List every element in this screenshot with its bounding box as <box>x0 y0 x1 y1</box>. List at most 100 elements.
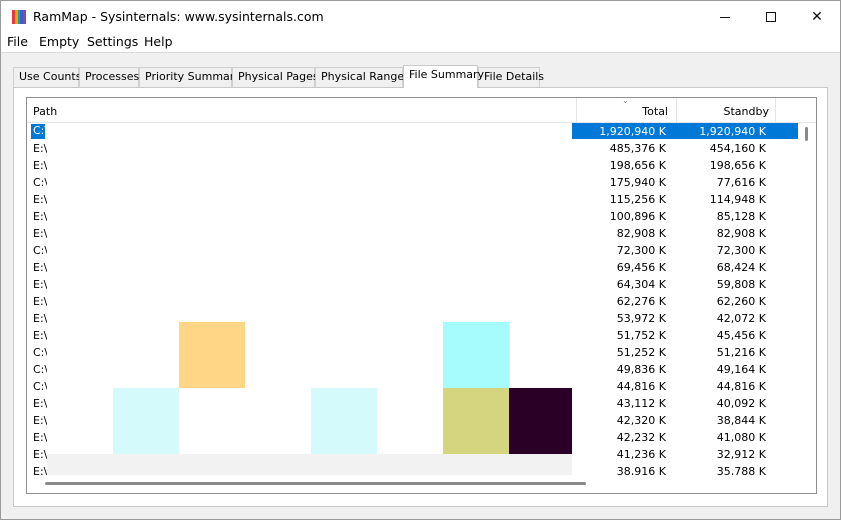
vertical-scrollbar[interactable] <box>800 123 816 493</box>
close-icon: ✕ <box>811 9 823 25</box>
redaction-block <box>179 322 245 388</box>
app-icon-stripe <box>23 10 26 24</box>
cell-standby: 44,816 K <box>716 380 766 393</box>
cell-path: E:\ <box>33 295 47 308</box>
menu-settings[interactable]: Settings <box>87 34 138 49</box>
maximize-button[interactable] <box>748 1 794 33</box>
cell-path: E:\ <box>33 210 47 223</box>
cell-total: 64,304 K <box>616 278 666 291</box>
cell-standby: 82,908 K <box>716 227 766 240</box>
menu-file[interactable]: File <box>7 34 28 49</box>
sort-descending-icon: ⌄ <box>622 97 629 105</box>
cell-path: C:\ <box>33 380 47 393</box>
cell-path: E:\ <box>33 431 47 444</box>
menu-empty[interactable]: Empty <box>39 34 79 49</box>
title-bar[interactable]: RamMap - Sysinternals: www.sysinternals.… <box>1 1 840 33</box>
redaction-block <box>509 388 572 454</box>
cell-path: E:\ <box>33 193 47 206</box>
tab-use-counts[interactable]: Use Counts <box>13 67 81 87</box>
cell-total: 1,920,940 K <box>599 125 666 138</box>
cell-total: 62,276 K <box>616 295 666 308</box>
cell-standby: 32,912 K <box>716 448 766 461</box>
rammap-window: RamMap - Sysinternals: www.sysinternals.… <box>0 0 841 520</box>
cell-path: E:\ <box>33 159 47 172</box>
tab-file-summary[interactable]: File Summary <box>403 65 484 88</box>
cell-standby: 198,656 K <box>709 159 766 172</box>
cell-path: E:\ <box>33 227 47 240</box>
horizontal-scroll-thumb[interactable] <box>45 482 586 485</box>
close-button[interactable]: ✕ <box>794 1 840 33</box>
cell-total: 72,300 K <box>616 244 666 257</box>
tab-priority-summary[interactable]: Priority Summary <box>139 67 241 87</box>
cell-path: C:\ <box>33 244 47 257</box>
redaction-block <box>113 388 179 454</box>
tab-physical-pages[interactable]: Physical Pages <box>232 67 319 87</box>
redacted-path-area-gray <box>47 454 572 476</box>
menu-bar: File Empty Settings Help <box>1 33 840 53</box>
cell-path: C:\ <box>31 124 45 139</box>
cell-total: 51,252 K <box>616 346 666 359</box>
cell-standby: 40,092 K <box>716 397 766 410</box>
cell-standby: 41,080 K <box>716 431 766 444</box>
horizontal-scrollbar[interactable] <box>27 475 800 493</box>
cell-total: 69,456 K <box>616 261 666 274</box>
cell-total: 43,112 K <box>616 397 666 410</box>
cell-total: 100,896 K <box>609 210 666 223</box>
cell-path: E:\ <box>33 329 47 342</box>
cell-total: 41,236 K <box>616 448 666 461</box>
cell-path: E:\ <box>33 142 47 155</box>
cell-total: 485,376 K <box>609 142 666 155</box>
list-header: Path Total ⌄ Standby <box>27 98 816 123</box>
file-summary-panel: Path Total ⌄ Standby C:\ 1,920,940 K 1,920… <box>13 87 828 507</box>
cell-path: C:\ <box>33 363 47 376</box>
cell-standby: 42,072 K <box>716 312 766 325</box>
tab-file-details[interactable]: File Details <box>478 67 544 87</box>
redaction-block <box>443 322 509 388</box>
column-header-standby[interactable]: Standby <box>676 98 776 123</box>
tab-physical-ranges[interactable]: Physical Ranges <box>315 67 410 87</box>
tab-processes[interactable]: Processes <box>79 67 139 87</box>
cell-standby: 85,128 K <box>716 210 766 223</box>
cell-total: 42,232 K <box>616 431 666 444</box>
cell-total: 44,816 K <box>616 380 666 393</box>
cell-path: E:\ <box>33 312 47 325</box>
cell-path: E:\ <box>33 261 47 274</box>
cell-standby: 454,160 K <box>709 142 766 155</box>
vertical-scroll-thumb[interactable] <box>805 127 808 141</box>
cell-path: E:\ <box>33 448 47 461</box>
cell-total: 49,836 K <box>616 363 666 376</box>
column-header-path[interactable]: Path <box>33 98 57 123</box>
cell-path: C:\ <box>33 176 47 189</box>
window-title: RamMap - Sysinternals: www.sysinternals.… <box>33 9 324 24</box>
file-summary-list[interactable]: Path Total ⌄ Standby C:\ 1,920,940 K 1,920… <box>26 97 817 494</box>
cell-total: 82,908 K <box>616 227 666 240</box>
cell-standby: 72,300 K <box>716 244 766 257</box>
cell-standby: 68,424 K <box>716 261 766 274</box>
rammap-app-icon <box>12 10 26 24</box>
cell-total: 198,656 K <box>609 159 666 172</box>
cell-standby: 49,164 K <box>716 363 766 376</box>
cell-path: E:\ <box>33 397 47 410</box>
cell-standby: 59,808 K <box>716 278 766 291</box>
cell-standby: 62,260 K <box>716 295 766 308</box>
menu-help[interactable]: Help <box>144 34 173 49</box>
cell-standby: 114,948 K <box>709 193 766 206</box>
redaction-block <box>311 388 377 454</box>
cell-standby: 38,844 K <box>716 414 766 427</box>
maximize-icon <box>766 12 776 22</box>
cell-total: 115,256 K <box>609 193 666 206</box>
cell-standby: 51,216 K <box>716 346 766 359</box>
cell-total: 53,972 K <box>616 312 666 325</box>
minimize-button[interactable] <box>702 1 748 33</box>
cell-path: E:\ <box>33 278 47 291</box>
cell-standby: 45,456 K <box>716 329 766 342</box>
cell-path: E:\ <box>33 414 47 427</box>
cell-total: 42,320 K <box>616 414 666 427</box>
cell-total: 175,940 K <box>609 176 666 189</box>
redaction-block <box>443 388 509 454</box>
cell-standby: 77,616 K <box>716 176 766 189</box>
cell-standby: 1,920,940 K <box>699 125 766 138</box>
minimize-icon <box>720 16 730 18</box>
cell-path: C:\ <box>33 346 47 359</box>
cell-total: 51,752 K <box>616 329 666 342</box>
